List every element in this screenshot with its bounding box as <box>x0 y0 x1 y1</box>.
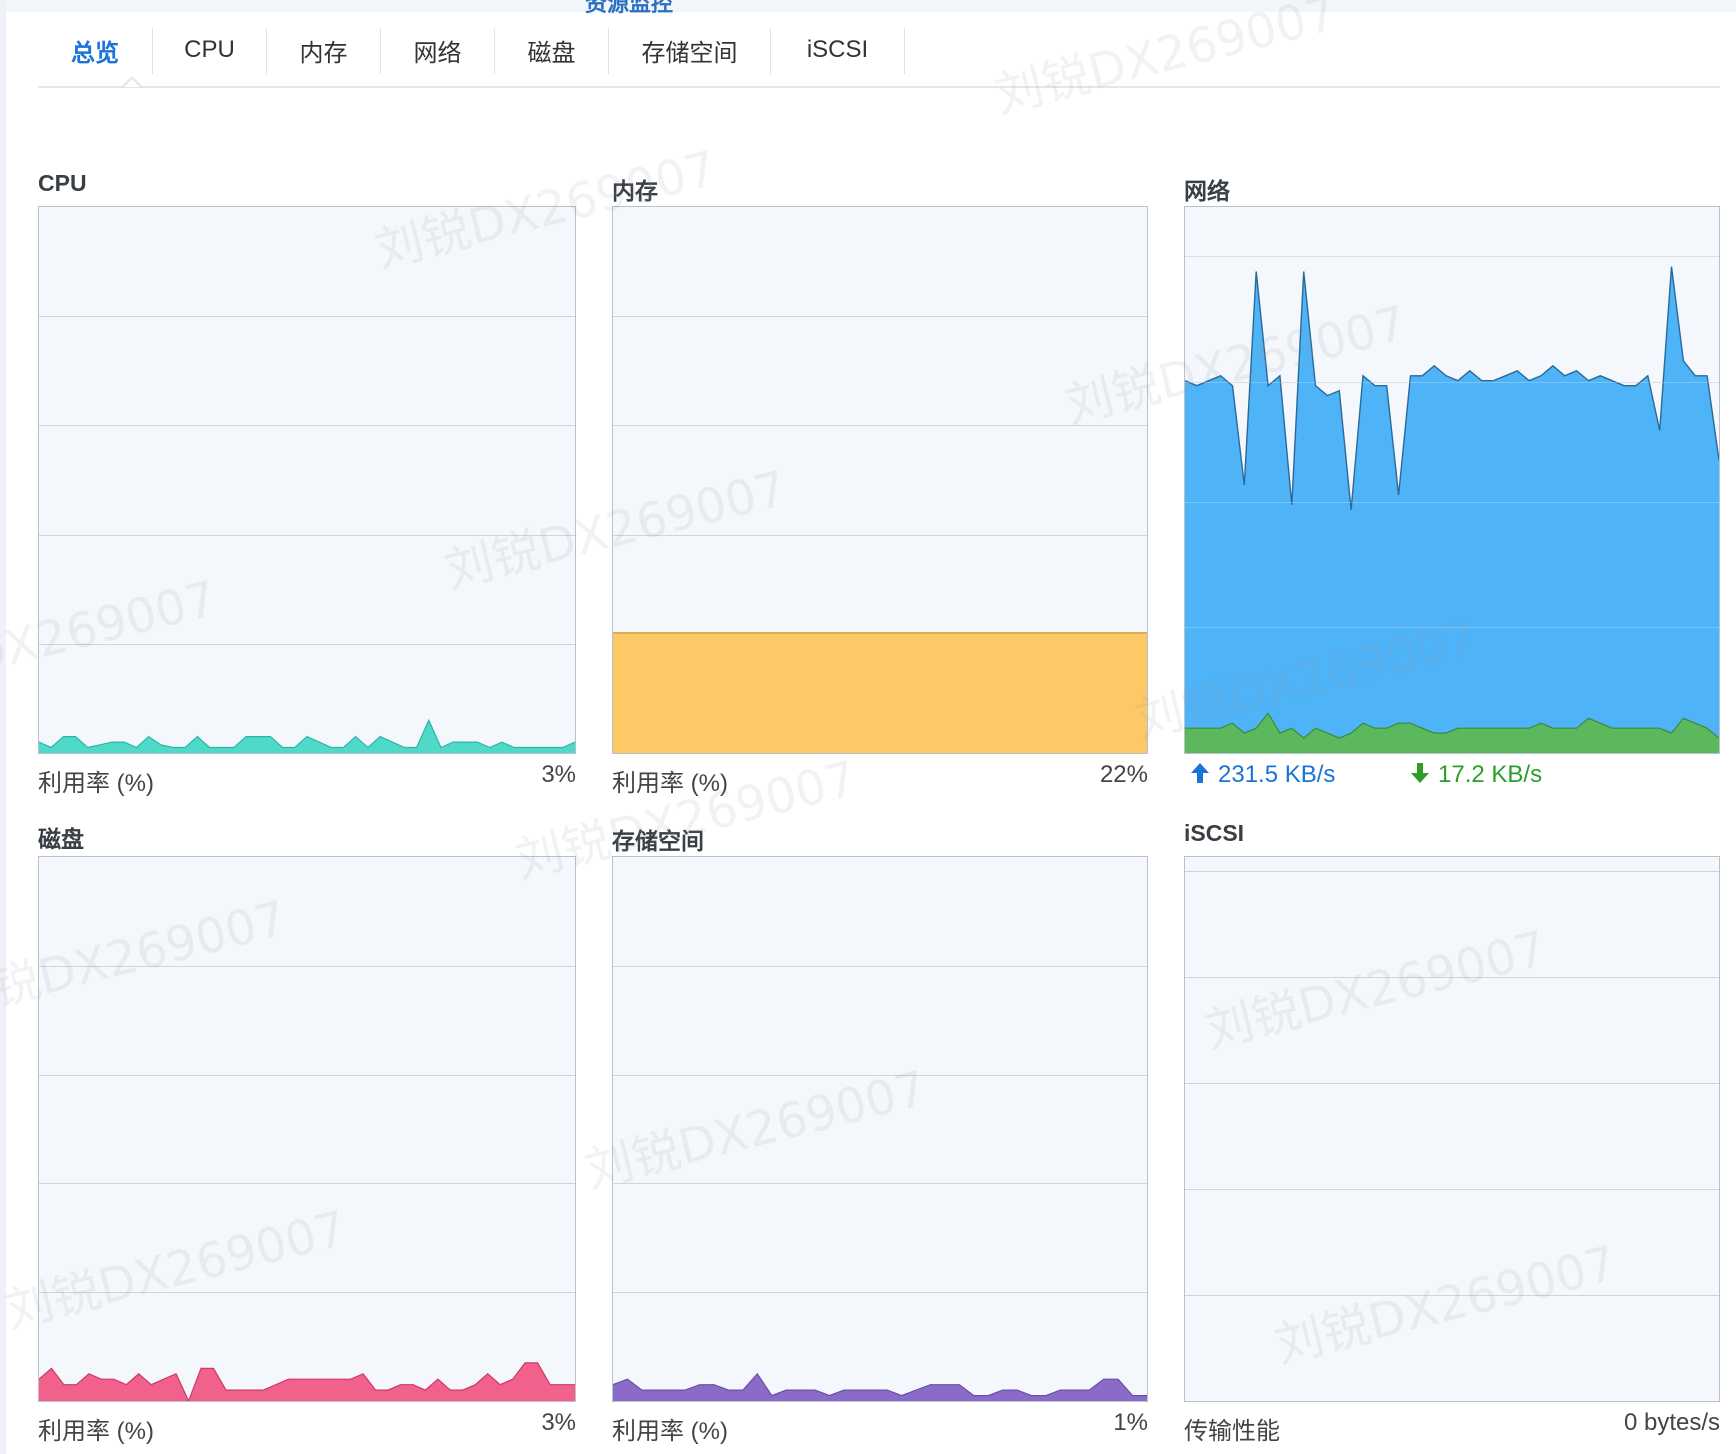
tab-bar: 总览 CPU 内存 网络 磁盘 存储空间 iSCSI <box>38 28 1720 88</box>
tab-cpu[interactable]: CPU <box>153 28 266 72</box>
upload-arrow-icon <box>1191 763 1209 783</box>
network-upload-rate: 231.5 KB/s <box>1190 761 1335 789</box>
tab-overview[interactable]: 总览 <box>38 28 152 72</box>
storage-title: 存储空间 <box>612 828 704 854</box>
tab-storage[interactable]: 存储空间 <box>609 28 770 72</box>
disk-chart <box>38 856 576 1402</box>
tab-memory[interactable]: 内存 <box>267 28 380 72</box>
tab-disk[interactable]: 磁盘 <box>495 28 608 72</box>
window-title-strip: 资源监控 <box>0 0 1736 16</box>
iscsi-performance-label: 传输性能 <box>1184 1418 1280 1445</box>
memory-title: 内存 <box>612 178 658 204</box>
tab-network[interactable]: 网络 <box>381 28 494 72</box>
disk-title: 磁盘 <box>38 826 84 852</box>
memory-chart <box>612 206 1148 754</box>
network-download-value: 17.2 KB/s <box>1438 761 1543 788</box>
chart-canvas <box>613 966 1147 1401</box>
cpu-usage-value: 3% <box>541 761 576 788</box>
storage-usage-value: 1% <box>1113 1409 1148 1436</box>
window-title: 资源监控 <box>585 0 674 16</box>
storage-usage-label: 利用率 (%) <box>612 1418 728 1445</box>
iscsi-title: iSCSI <box>1184 820 1245 846</box>
upload-series-area <box>1185 266 1719 753</box>
chart-canvas <box>1185 256 1719 753</box>
network-upload-value: 231.5 KB/s <box>1218 761 1336 788</box>
cpu-chart <box>38 206 576 754</box>
storage-chart <box>612 856 1148 1402</box>
chart-canvas <box>1185 871 1719 1296</box>
tab-separator <box>904 28 905 74</box>
network-chart <box>1184 206 1720 754</box>
chart-canvas <box>39 316 575 753</box>
disk-usage-value: 3% <box>541 1409 576 1436</box>
disk-usage-label: 利用率 (%) <box>38 1418 154 1445</box>
memory-usage-label: 利用率 (%) <box>612 770 728 797</box>
iscsi-chart <box>1184 856 1720 1402</box>
chart-canvas <box>613 316 1147 753</box>
memory-usage-value: 22% <box>1099 761 1148 788</box>
iscsi-performance-value: 0 bytes/s <box>1623 1409 1720 1436</box>
left-border <box>0 0 6 1454</box>
chart-canvas <box>39 966 575 1401</box>
cpu-title: CPU <box>38 170 87 196</box>
active-tab-caret <box>122 76 142 87</box>
cpu-usage-label: 利用率 (%) <box>38 770 154 797</box>
download-arrow-icon <box>1411 763 1429 783</box>
tab-iscsi[interactable]: iSCSI <box>771 28 904 72</box>
memory-series-area <box>613 632 1147 753</box>
network-download-rate: 17.2 KB/s <box>1410 761 1542 789</box>
network-title: 网络 <box>1184 178 1230 204</box>
